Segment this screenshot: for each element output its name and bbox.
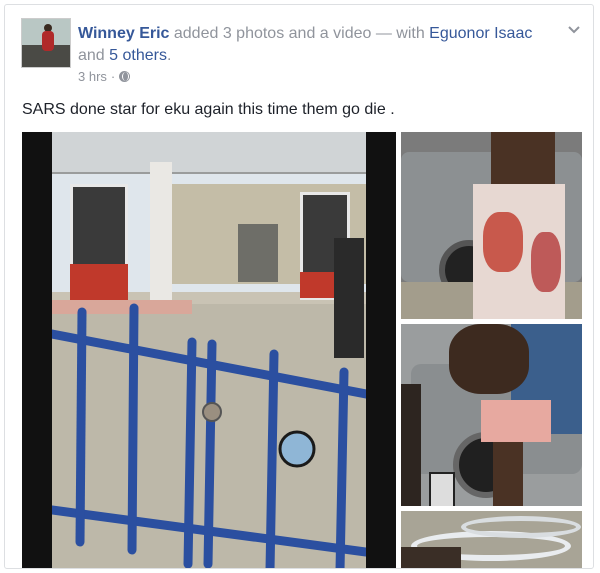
post-meta: 3 hrs · <box>78 69 131 84</box>
photo-3-dark-area <box>401 547 461 568</box>
meta-separator: · <box>110 69 116 84</box>
photo-2-cloth <box>481 400 551 442</box>
avatar[interactable] <box>21 18 71 68</box>
avatar-figure <box>42 31 54 51</box>
photo-1[interactable] <box>401 132 582 319</box>
photo-3[interactable] <box>401 511 582 568</box>
post-text: SARS done star for eku again this time t… <box>22 101 395 118</box>
photo-1-torso <box>491 132 555 192</box>
tagged-person-link[interactable]: Eguonor Isaac <box>429 25 532 42</box>
photo-1-stain <box>483 212 523 272</box>
post-header: Winney Eric added 3 photos and a video —… <box>78 23 548 67</box>
blue-gate <box>52 238 366 568</box>
photo-2-dark-edge <box>401 384 421 506</box>
chevron-down-icon[interactable] <box>567 23 581 37</box>
photo-2[interactable] <box>401 324 582 506</box>
photo-1-stain-2 <box>531 232 561 292</box>
photo-2-head <box>449 324 529 394</box>
video-thumbnail[interactable] <box>22 132 396 568</box>
and-text: and <box>78 47 110 64</box>
video-frame <box>52 132 366 568</box>
photo-2-leg <box>493 442 523 506</box>
timestamp-link[interactable]: 3 hrs <box>78 69 107 84</box>
media-grid <box>22 132 582 568</box>
author-link[interactable]: Winney Eric <box>78 25 169 42</box>
period: . <box>166 47 172 64</box>
photo-2-phone <box>429 472 455 506</box>
others-link[interactable]: 5 others <box>109 47 167 64</box>
photo-3-hose-2 <box>461 516 581 538</box>
globe-icon[interactable] <box>119 71 131 82</box>
post-card: Winney Eric added 3 photos and a video —… <box>4 4 594 569</box>
action-text: added 3 photos and a video — with <box>169 25 430 42</box>
